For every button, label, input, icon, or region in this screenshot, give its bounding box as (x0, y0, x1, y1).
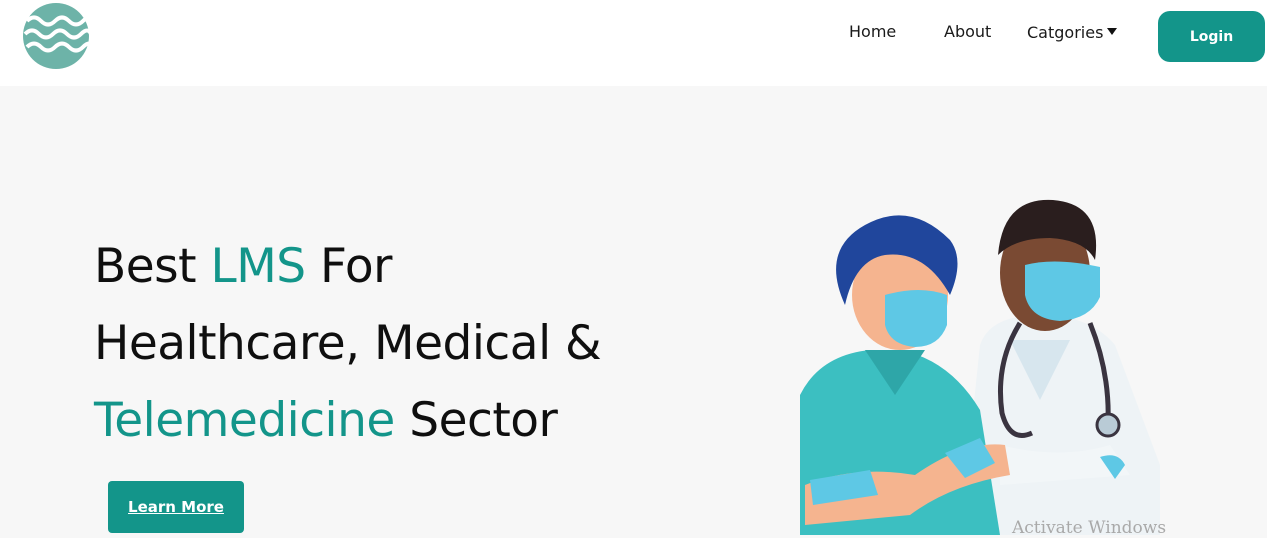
hero-line-2: Healthcare, Medical & (94, 316, 602, 371)
hero-line-1: Best LMS For (94, 239, 392, 294)
nav-categories-label: Catgories (1027, 23, 1104, 42)
navbar: Home About Catgories Login (0, 0, 1267, 86)
nav-about-link[interactable]: About (944, 22, 991, 41)
hero-text: For (305, 239, 392, 294)
waves-logo-icon[interactable] (23, 3, 89, 69)
login-button[interactable]: Login (1158, 11, 1265, 62)
caret-down-icon (1107, 28, 1118, 35)
hero-line-3: Telemedicine Sector (94, 393, 558, 448)
hero-text: Sector (394, 393, 558, 448)
hero-title: Best LMS For Healthcare, Medical & Telem… (94, 228, 602, 459)
learn-more-button[interactable]: Learn More (108, 481, 244, 533)
hero-text: Best (94, 239, 211, 294)
nav-home-link[interactable]: Home (849, 22, 896, 41)
hero-accent-lms: LMS (210, 239, 307, 294)
hero-accent-telemedicine: Telemedicine (94, 393, 395, 448)
doctor-and-nurse-illustration (800, 199, 1160, 535)
nav-categories-dropdown[interactable]: Catgories (1027, 23, 1118, 42)
windows-activation-watermark: Activate Windows (1012, 518, 1167, 538)
